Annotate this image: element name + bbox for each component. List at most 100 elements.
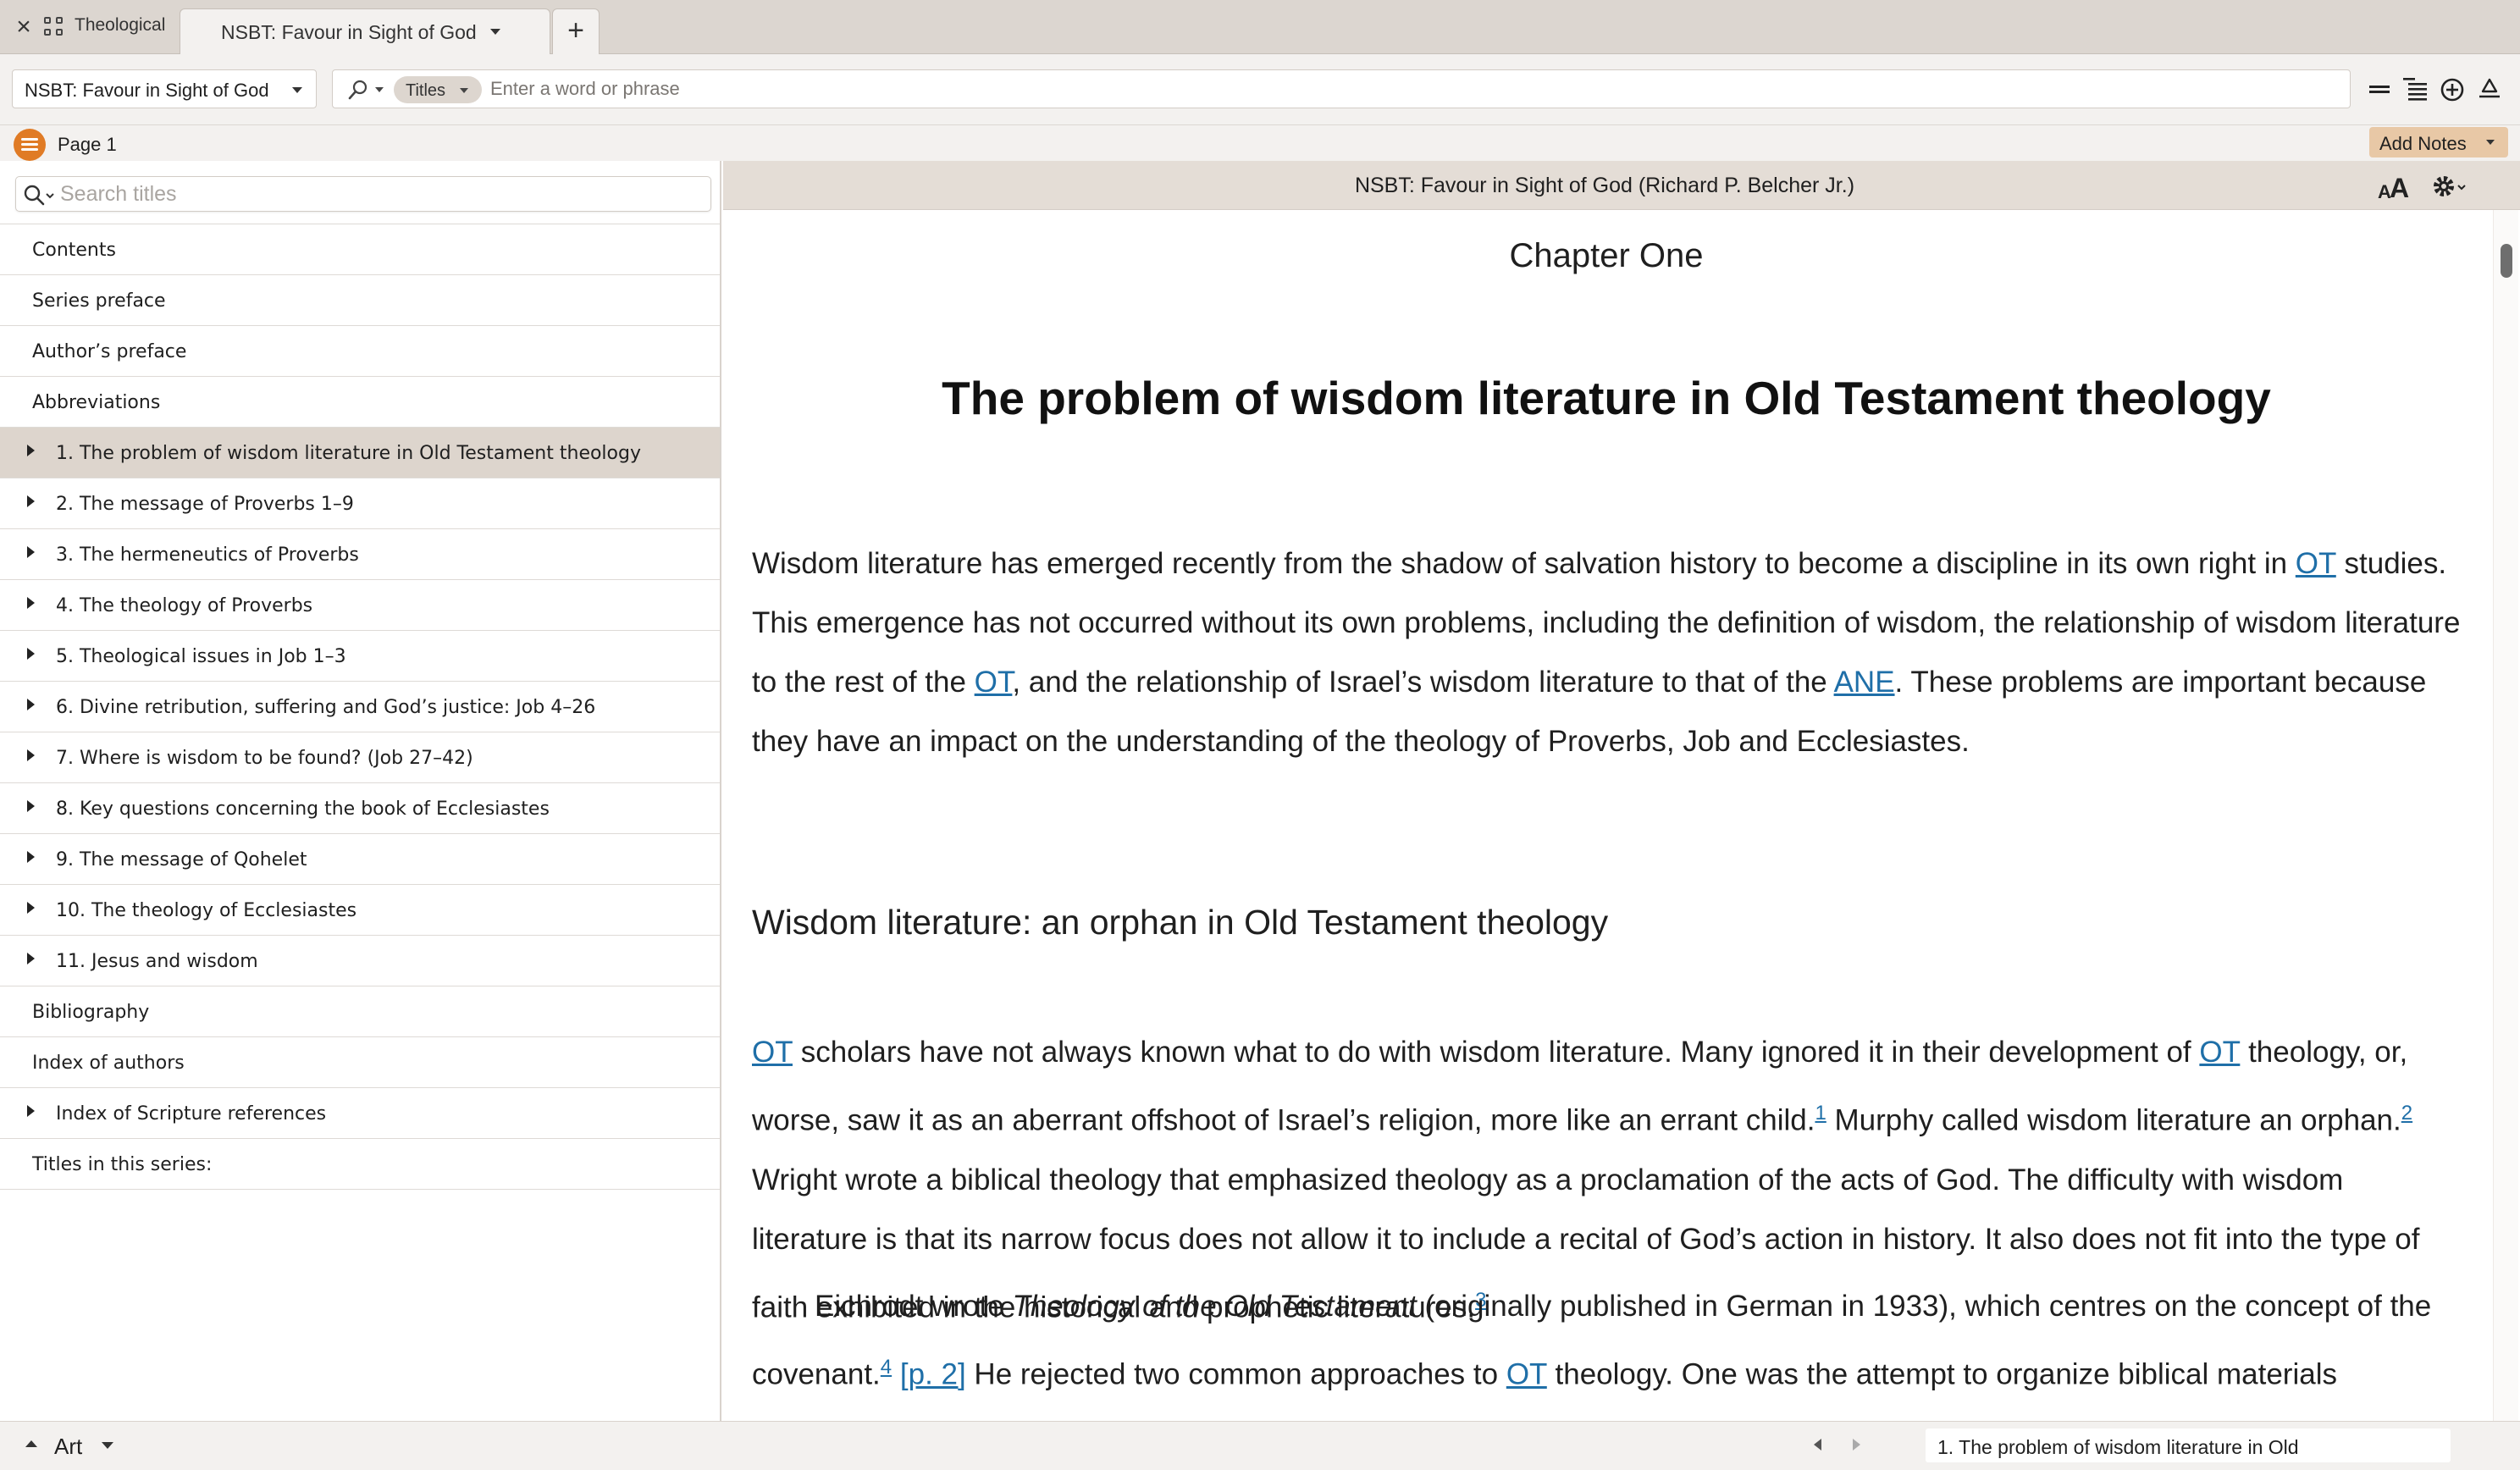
- sidebar-item[interactable]: 8. Key questions concerning the book of …: [0, 783, 720, 834]
- sidebar-item[interactable]: Contents: [0, 224, 720, 275]
- tab-group-label[interactable]: Theological: [75, 15, 165, 36]
- tab-active-label: NSBT: Favour in Sight of God: [221, 21, 477, 43]
- chevron-right-icon[interactable]: [27, 445, 35, 456]
- chevron-right-icon[interactable]: [27, 902, 35, 914]
- sidebar-item[interactable]: 2. The message of Proverbs 1–9: [0, 478, 720, 529]
- chevron-down-icon[interactable]: [490, 29, 500, 35]
- sidebar-item[interactable]: 1. The problem of wisdom literature in O…: [0, 428, 720, 478]
- chevron-down-icon[interactable]: [375, 87, 384, 92]
- page-indicator: Page 1: [58, 134, 117, 155]
- sidebar-item[interactable]: 6. Divine retribution, suffering and God…: [0, 682, 720, 732]
- chevron-right-icon[interactable]: [27, 597, 35, 609]
- footnote-link[interactable]: 1: [1815, 1102, 1826, 1125]
- text-lines-icon[interactable]: [2400, 73, 2430, 107]
- abbreviation-link-ot[interactable]: OT: [2199, 1036, 2240, 1069]
- sidebar-item[interactable]: Index of Scripture references: [0, 1088, 720, 1139]
- sidebar-search: [15, 176, 711, 212]
- resource-selector-label: NSBT: Favour in Sight of God: [25, 80, 269, 101]
- sidebar-item-label: Contents: [32, 240, 116, 261]
- sidebar-item[interactable]: Author’s preface: [0, 326, 720, 377]
- new-tab-button[interactable]: +: [552, 8, 600, 54]
- page-reference-link[interactable]: [p. 2]: [900, 1358, 966, 1391]
- sidebar-item-label: Series preface: [32, 290, 166, 312]
- search-titles-input[interactable]: [60, 177, 704, 211]
- sidebar-item[interactable]: Bibliography: [0, 986, 720, 1037]
- close-icon[interactable]: ×: [12, 14, 36, 40]
- sidebar-item[interactable]: Abbreviations: [0, 377, 720, 428]
- tab-group-grip-icon[interactable]: [44, 17, 66, 39]
- search-scope-label: Titles: [406, 81, 446, 100]
- font-size-icon[interactable]: AA: [2376, 173, 2417, 203]
- footnote-link[interactable]: 4: [881, 1356, 892, 1379]
- add-circle-icon[interactable]: [2437, 73, 2468, 107]
- footnote-link[interactable]: 2: [2401, 1102, 2412, 1125]
- table-of-contents-icon[interactable]: [14, 129, 46, 161]
- search-bar: Titles: [332, 69, 2351, 108]
- tab-active[interactable]: NSBT: Favour in Sight of God: [180, 8, 550, 55]
- chevron-right-icon[interactable]: [27, 648, 35, 660]
- sidebar-item-label: 3. The hermeneutics of Proverbs: [56, 544, 359, 566]
- toc-list: Contents Series preface Author’s preface Ab…: [0, 224, 720, 1190]
- sidebar-item-label: 7. Where is wisdom to be found? (Job 27–…: [56, 748, 473, 769]
- search-scope-pill[interactable]: Titles: [394, 76, 482, 103]
- sidebar-item[interactable]: 11. Jesus and wisdom: [0, 936, 720, 986]
- sidebar-item-label: 6. Divine retribution, suffering and God…: [56, 697, 596, 718]
- sidebar-item-label: 10. The theology of Ecclesiastes: [56, 900, 357, 921]
- location-field[interactable]: 1. The problem of wisdom literature in O…: [1926, 1429, 2451, 1462]
- sidebar-item[interactable]: 4. The theology of Proverbs: [0, 580, 720, 631]
- search-icon[interactable]: [23, 184, 58, 207]
- chevron-right-icon[interactable]: [27, 495, 35, 507]
- abbreviation-link-ane[interactable]: ANE: [1834, 666, 1895, 699]
- sidebar-item-label: 11. Jesus and wisdom: [56, 951, 258, 972]
- add-notes-label: Add Notes: [2379, 133, 2467, 154]
- sidebar-item[interactable]: Series preface: [0, 275, 720, 326]
- sidebar-item[interactable]: 10. The theology of Ecclesiastes: [0, 885, 720, 936]
- sidebar-item-label: Index of authors: [32, 1053, 185, 1074]
- sidebar-item-label: Index of Scripture references: [56, 1103, 327, 1125]
- reader-header: NSBT: Favour in Sight of God (Richard P.…: [723, 161, 2520, 210]
- gear-icon[interactable]: [2432, 173, 2469, 200]
- chevron-down-icon[interactable]: [102, 1442, 113, 1449]
- abbreviation-link-ot[interactable]: OT: [975, 666, 1013, 699]
- forward-arrow-icon[interactable]: [1853, 1439, 1860, 1451]
- abbreviation-link-ot[interactable]: OT: [2296, 547, 2336, 580]
- search-icon[interactable]: [346, 79, 370, 101]
- sidebar-item-label: 4. The theology of Proverbs: [56, 595, 313, 616]
- layout-selector-label[interactable]: Art: [54, 1434, 82, 1460]
- recycle-icon[interactable]: [2474, 73, 2505, 107]
- location-label: 1. The problem of wisdom literature in O…: [1937, 1436, 2299, 1458]
- chevron-up-icon[interactable]: [25, 1440, 37, 1447]
- text-run: Eichrodt wrote: [815, 1290, 1013, 1323]
- sidebar: Contents Series preface Author’s preface Ab…: [0, 161, 721, 1421]
- sidebar-item-label: 2. The message of Proverbs 1–9: [56, 494, 354, 515]
- sidebar-item-label: 8. Key questions concerning the book of …: [56, 799, 550, 820]
- text-run: Murphy called wisdom literature an orpha…: [1826, 1103, 2401, 1137]
- chevron-right-icon[interactable]: [27, 749, 35, 761]
- add-notes-button[interactable]: Add Notes: [2369, 127, 2508, 158]
- sidebar-item[interactable]: 5. Theological issues in Job 1–3: [0, 631, 720, 682]
- search-input[interactable]: [490, 70, 2336, 108]
- sidebar-item[interactable]: Titles in this series:: [0, 1139, 720, 1190]
- chevron-down-icon: [292, 87, 302, 93]
- abbreviation-link-ot[interactable]: OT: [1506, 1358, 1547, 1391]
- single-line-icon[interactable]: [2364, 73, 2395, 107]
- reader-scrollbar[interactable]: [2493, 210, 2518, 1421]
- sidebar-item[interactable]: 3. The hermeneutics of Proverbs: [0, 529, 720, 580]
- chevron-right-icon[interactable]: [27, 546, 35, 558]
- abbreviation-link-ot[interactable]: OT: [752, 1036, 793, 1069]
- chevron-right-icon[interactable]: [27, 699, 35, 710]
- chevron-right-icon[interactable]: [27, 851, 35, 863]
- chevron-right-icon[interactable]: [27, 800, 35, 812]
- scrollbar-thumb[interactable]: [2501, 244, 2512, 278]
- text-run: , and the relationship of Israel’s wisdo…: [1012, 666, 1834, 699]
- back-arrow-icon[interactable]: [1814, 1439, 1821, 1451]
- sidebar-item-label: Titles in this series:: [32, 1154, 213, 1175]
- sidebar-item[interactable]: 9. The message of Qohelet: [0, 834, 720, 885]
- sidebar-item[interactable]: Index of authors: [0, 1037, 720, 1088]
- resource-selector[interactable]: NSBT: Favour in Sight of God: [12, 69, 317, 108]
- chevron-down-icon: [460, 88, 468, 93]
- chevron-right-icon[interactable]: [27, 1105, 35, 1117]
- chevron-right-icon[interactable]: [27, 953, 35, 964]
- sidebar-item[interactable]: 7. Where is wisdom to be found? (Job 27–…: [0, 732, 720, 783]
- sidebar-item-label: 5. Theological issues in Job 1–3: [56, 646, 346, 667]
